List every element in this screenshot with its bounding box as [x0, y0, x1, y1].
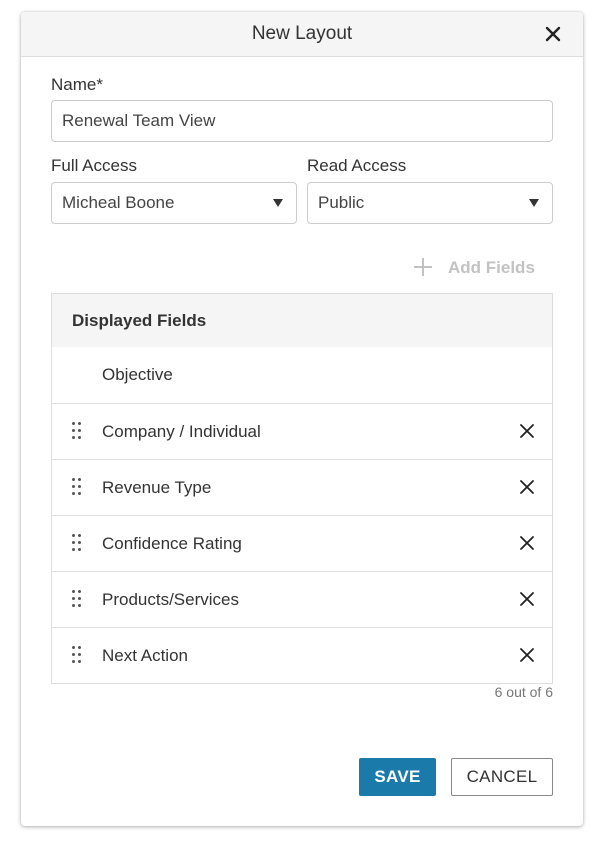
field-count: 6 out of 6: [494, 684, 553, 700]
field-row-revenue-type[interactable]: Revenue Type: [52, 459, 552, 515]
field-label: Objective: [102, 365, 173, 384]
displayed-fields-header: Displayed Fields: [52, 294, 552, 347]
read-access-value: Public: [318, 193, 365, 212]
field-label: Products/Services: [102, 590, 239, 609]
name-input[interactable]: [51, 100, 553, 142]
displayed-fields-list: Displayed Fields Objective Company / Ind…: [51, 293, 553, 684]
read-access-label: Read Access: [307, 156, 407, 175]
field-label: Next Action: [102, 646, 188, 665]
field-row-next-action[interactable]: Next Action: [52, 627, 552, 683]
field-row-company-individual[interactable]: Company / Individual: [52, 403, 552, 459]
remove-field-icon[interactable]: [518, 534, 536, 552]
cancel-button[interactable]: CANCEL: [451, 758, 553, 796]
remove-field-icon[interactable]: [518, 422, 536, 440]
close-icon[interactable]: [543, 24, 563, 44]
read-access-select[interactable]: Public: [307, 182, 553, 224]
full-access-value: Micheal Boone: [62, 193, 175, 212]
dialog-title: New Layout: [251, 23, 353, 44]
name-label: Name*: [51, 75, 103, 94]
caret-down-icon: [273, 199, 283, 207]
add-fields-label: Add Fields: [448, 258, 535, 277]
field-label: Company / Individual: [102, 422, 261, 441]
dialog-header: New Layout: [21, 12, 583, 57]
new-layout-dialog: New Layout Name* Full Access Micheal Boo…: [21, 12, 583, 826]
field-label: Revenue Type: [102, 478, 212, 497]
field-label: Confidence Rating: [102, 534, 242, 553]
caret-down-icon: [529, 199, 539, 207]
full-access-label: Full Access: [51, 156, 137, 175]
remove-field-icon[interactable]: [518, 478, 536, 496]
drag-handle-icon[interactable]: [72, 590, 82, 608]
remove-field-icon[interactable]: [518, 590, 536, 608]
full-access-select[interactable]: Micheal Boone: [51, 182, 297, 224]
plus-icon: [414, 258, 432, 276]
remove-field-icon[interactable]: [518, 646, 536, 664]
drag-handle-icon[interactable]: [72, 646, 82, 664]
displayed-fields-title: Displayed Fields: [72, 311, 207, 330]
save-button[interactable]: SAVE: [359, 758, 436, 796]
drag-handle-icon[interactable]: [72, 478, 82, 496]
drag-handle-icon[interactable]: [72, 422, 82, 440]
field-row-confidence-rating[interactable]: Confidence Rating: [52, 515, 552, 571]
field-row-products-services[interactable]: Products/Services: [52, 571, 552, 627]
field-row-objective: Objective: [52, 347, 552, 403]
drag-handle-icon[interactable]: [72, 534, 82, 552]
